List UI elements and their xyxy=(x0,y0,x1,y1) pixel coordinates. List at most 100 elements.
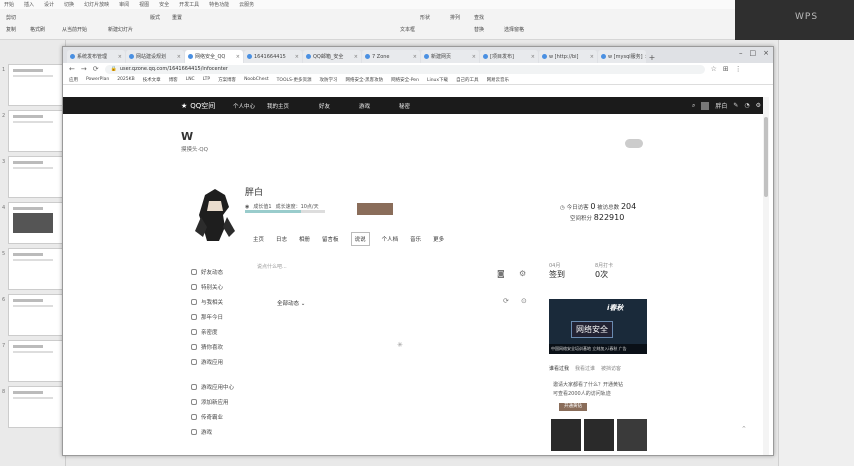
nav-games[interactable]: 游戏 xyxy=(359,102,370,110)
wps-menu-item[interactable]: 特色功能 xyxy=(209,1,229,8)
visitor-avatar[interactable] xyxy=(584,419,614,451)
nav-friends[interactable]: 好友 xyxy=(319,102,330,110)
sidebar-item-special-care[interactable]: 特别关心 xyxy=(191,279,234,294)
browser-tab[interactable]: QQ邮箱_安全 × xyxy=(303,50,361,63)
sidebar-item-legend-game[interactable]: 传奇霸业 xyxy=(191,409,234,424)
visitor-avatar[interactable] xyxy=(617,419,647,451)
profile-avatar[interactable] xyxy=(185,187,243,243)
slide-thumbnail[interactable]: 7 xyxy=(2,340,63,382)
bookmark-item[interactable]: 技术文章 xyxy=(143,77,161,83)
shape-button[interactable]: 形状 xyxy=(420,14,430,21)
browser-tab[interactable]: 新建网页 × xyxy=(421,50,479,63)
sidebar-item-related[interactable]: 与我相关 xyxy=(191,294,234,309)
avatar[interactable] xyxy=(701,101,710,110)
wps-menu-item[interactable]: 设计 xyxy=(44,1,54,8)
close-tab-icon[interactable]: × xyxy=(295,54,299,60)
cut-button[interactable]: 剪切 xyxy=(6,14,16,21)
tab-album[interactable]: 相册 xyxy=(299,235,310,246)
sidebar-item-recommend[interactable]: 猜你喜欢 xyxy=(191,339,234,354)
maximize-icon[interactable]: □ xyxy=(750,49,757,57)
nav-my-home[interactable]: 我的主页 xyxy=(267,102,289,110)
settings-icon[interactable]: ⚙ xyxy=(756,102,761,109)
pen-icon[interactable]: ✎ xyxy=(733,102,738,109)
close-tab-icon[interactable]: × xyxy=(236,54,240,60)
browser-tab[interactable]: 1641664415 × xyxy=(244,50,302,63)
tab-shuoshuo[interactable]: 说说 xyxy=(350,232,370,246)
close-tab-icon[interactable]: × xyxy=(472,54,476,60)
bookmark-item[interactable]: 网络安全-黑客攻防 xyxy=(346,77,384,83)
refresh-icon[interactable]: ⟳ xyxy=(503,297,509,305)
close-tab-icon[interactable]: × xyxy=(118,54,122,60)
menu-icon[interactable]: ⋮ xyxy=(735,65,742,73)
bookmark-item[interactable]: 应用 xyxy=(69,77,78,83)
wps-menu-item[interactable]: 审阅 xyxy=(119,1,129,8)
layout-button[interactable]: 版式 xyxy=(150,14,160,21)
extension-icon[interactable]: ⊞ xyxy=(723,65,729,73)
sidebar-item-intimacy[interactable]: 亲密度 xyxy=(191,324,234,339)
bookmark-item[interactable]: LNC xyxy=(186,77,195,82)
textbox-button[interactable]: 文本框 xyxy=(400,26,415,33)
wps-menu-item[interactable]: 切换 xyxy=(64,1,74,8)
browser-tab[interactable]: 系统发布管理 × xyxy=(67,50,125,63)
open-yellow-diamond-button[interactable]: 开通黄钻 xyxy=(559,403,587,411)
bookmark-item[interactable]: 网络安全-Pen xyxy=(391,77,419,83)
selection-pane-button[interactable]: 选择窗格 xyxy=(504,26,524,33)
wps-menu-item[interactable]: 插入 xyxy=(24,1,34,8)
replace-button[interactable]: 替换 xyxy=(474,26,484,33)
bookmark-item[interactable]: LTP xyxy=(203,77,210,82)
browser-tab[interactable]: 网站建设规划 × xyxy=(126,50,184,63)
close-tab-icon[interactable]: × xyxy=(645,54,646,60)
close-tab-icon[interactable]: × xyxy=(354,54,358,60)
arrange-button[interactable]: 排列 xyxy=(450,14,460,21)
wps-menu-item[interactable]: 安全 xyxy=(159,1,169,8)
slide-thumbnail[interactable]: 3 xyxy=(2,156,63,198)
tab-more[interactable]: 更多 xyxy=(433,235,444,246)
bookmark-item[interactable]: 自己的工具 xyxy=(456,77,479,83)
scrollbar[interactable] xyxy=(763,97,769,455)
forward-icon[interactable]: → xyxy=(81,65,87,73)
sidebar-item-on-this-day[interactable]: 那年今日 xyxy=(191,309,234,324)
bell-icon[interactable]: ◔ xyxy=(744,102,749,109)
bookmark-item[interactable]: 网易云音乐 xyxy=(487,77,510,83)
slide-thumbnail[interactable]: 4 xyxy=(2,202,63,244)
gear-icon[interactable]: ⚙ xyxy=(519,269,526,278)
tab-music[interactable]: 音乐 xyxy=(410,235,421,246)
bookmark-item[interactable]: Linux下载 xyxy=(427,77,448,83)
wps-menu-item[interactable]: 开发工具 xyxy=(179,1,199,8)
scroll-top-icon[interactable]: ⌃ xyxy=(741,425,747,433)
level-upgrade-button[interactable] xyxy=(357,203,393,215)
bookmark-item[interactable]: 方案博客 xyxy=(218,77,236,83)
new-slide-button[interactable]: 新建幻灯片 xyxy=(108,26,133,33)
slide-thumbnail[interactable]: 2 xyxy=(2,110,63,152)
wps-menu-item[interactable]: 云服务 xyxy=(239,1,254,8)
browser-tab[interactable]: 7 Zone × xyxy=(362,50,420,63)
bookmark-item[interactable]: 博客 xyxy=(169,77,178,83)
search-icon[interactable]: ⌕ xyxy=(692,102,695,110)
wps-menu-item[interactable]: 幻灯片放映 xyxy=(84,1,109,8)
tab-home[interactable]: 主页 xyxy=(253,235,264,246)
reload-icon[interactable]: ⟳ xyxy=(93,65,99,73)
close-tab-icon[interactable]: × xyxy=(590,54,594,60)
address-bar[interactable]: 🔒 user.qzone.qq.com/1641664415/infocente… xyxy=(104,64,705,74)
tab-who-visited-me[interactable]: 谁看过我 xyxy=(549,365,569,372)
tab-profile[interactable]: 个人档 xyxy=(382,235,399,246)
nav-personal-center[interactable]: 个人中心 xyxy=(233,102,255,110)
browser-tab-active[interactable]: 网络安全_QQ × xyxy=(185,50,243,63)
slide-thumbnail[interactable]: 5 xyxy=(2,248,63,290)
slide-thumbnail[interactable]: 8 xyxy=(2,386,63,428)
new-tab-button[interactable]: + xyxy=(647,53,657,63)
sidebar-item-game-apps[interactable]: 游戏应用 xyxy=(191,354,234,369)
close-window-icon[interactable]: × xyxy=(763,49,769,57)
bookmark-item[interactable]: PowerPlan xyxy=(86,77,109,82)
browser-tab[interactable]: w [mysql服务]× xyxy=(598,50,646,63)
nav-secret[interactable]: 秘密 xyxy=(399,102,410,110)
sidebar-item-friend-feed[interactable]: 好友动态 xyxy=(191,264,234,279)
mode-toggle[interactable] xyxy=(625,139,643,148)
bookmark-star-icon[interactable]: ☆ xyxy=(711,65,717,73)
tab-blocked-visitors[interactable]: 被挡访客 xyxy=(601,365,621,372)
checkin-button[interactable]: 签到 xyxy=(549,269,565,280)
scrollbar-thumb[interactable] xyxy=(764,117,768,197)
find-button[interactable]: 查找 xyxy=(474,14,484,21)
status-input[interactable]: 说点什么吧... xyxy=(257,263,287,270)
tab-who-i-visited[interactable]: 我看过谁 xyxy=(575,365,595,372)
